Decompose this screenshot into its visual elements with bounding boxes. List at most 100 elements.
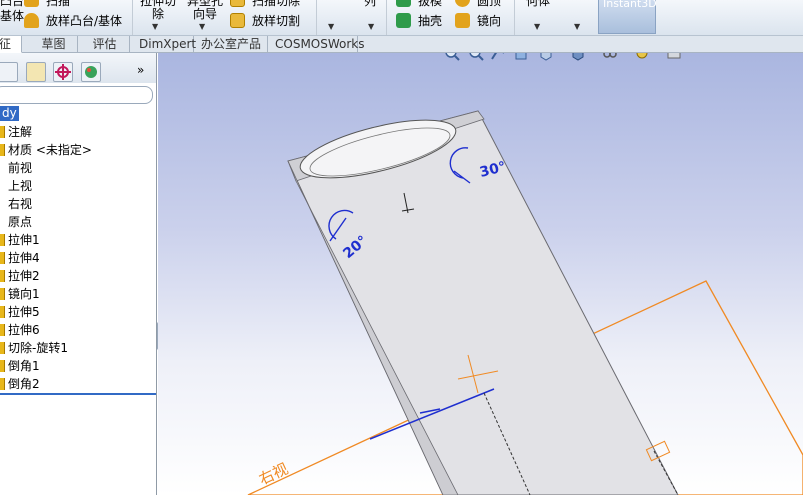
tree-node-chamfer2[interactable]: 倒角2 [0, 375, 40, 393]
tree-node-annotations[interactable]: 注解 [0, 123, 32, 141]
tree-node-label: 原点 [8, 215, 33, 229]
ribbon-extrude-cut-2[interactable]: 除 [152, 7, 164, 21]
chevron-down-icon[interactable]: ▼ [199, 22, 205, 31]
ribbon-dome[interactable]: 圆顶 [477, 0, 501, 8]
ribbon-pattern[interactable]: 列 [364, 0, 376, 8]
plane-icon [0, 198, 5, 210]
tree-node-cut-revolve1[interactable]: 切除-旋转1 [0, 339, 68, 357]
feature-manager-panel: » dy 注解 材质 <未指定> 前视 上视 右视 原点 拉伸1 拉伸4 拉伸2… [0, 53, 157, 495]
sweep-cut-icon[interactable] [230, 0, 245, 7]
display-manager-icon[interactable] [81, 62, 101, 82]
tree-node-label: 倒角1 [8, 359, 40, 373]
panel-toolbar: » [0, 53, 156, 83]
extrude-icon [0, 306, 5, 318]
chevron-down-icon[interactable]: ▼ [574, 22, 580, 31]
tree-node-top-plane[interactable]: 上视 [0, 177, 32, 195]
ribbon-loft[interactable]: 放样凸台/基体 [46, 14, 122, 28]
tab-dimxpert[interactable]: DimXpert [134, 36, 197, 53]
tree-node-label: 切除-旋转1 [8, 341, 68, 355]
tree-node-label: 拉伸4 [8, 251, 40, 265]
tree-node-chamfer1[interactable]: 倒角1 [0, 357, 40, 375]
instant3d-label: Instant3D [603, 0, 657, 10]
ribbon-sweep-cut[interactable]: 扫描切除 [252, 0, 300, 8]
tab-label: DimXpert [139, 37, 197, 51]
tree-node-front-plane[interactable]: 前视 [0, 159, 32, 177]
tree-node-mirror1[interactable]: 镜向1 [0, 285, 40, 303]
origin-icon [0, 216, 5, 228]
feature-filter-input[interactable] [0, 86, 153, 104]
tab-label: 评估 [92, 37, 117, 51]
ribbon-shell[interactable]: 抽壳 [418, 14, 442, 28]
loft-icon[interactable] [24, 13, 39, 28]
tree-node-label: 材质 <未指定> [8, 143, 92, 157]
property-manager-icon[interactable] [26, 62, 46, 82]
mirror-icon[interactable] [455, 13, 470, 28]
tree-node-label: 前视 [8, 161, 33, 175]
tab-label: 草图 [41, 37, 66, 51]
chamfer-icon [0, 378, 5, 390]
dome-icon[interactable] [455, 0, 470, 7]
ribbon-reference-geometry[interactable]: 何体 [526, 0, 550, 8]
command-ribbon: 凸台 基体 扫描 放样凸台/基体 拉伸切 除 异型孔 向导 扫描切除 放样切割 … [0, 0, 803, 36]
tree-root-part[interactable]: dy [0, 106, 19, 121]
chevron-down-icon[interactable]: ▼ [328, 22, 334, 31]
extrude-icon [0, 234, 5, 246]
tree-node-label: 拉伸1 [8, 233, 40, 247]
sweep-icon[interactable] [24, 0, 39, 7]
extrude-icon [0, 270, 5, 282]
ribbon-hole-wizard-2[interactable]: 向导 [193, 7, 217, 21]
ribbon-boss-label-2[interactable]: 基体 [0, 9, 24, 23]
draft-icon[interactable] [396, 0, 411, 7]
tab-label: 办公室产品 [201, 37, 262, 51]
extrude-icon [0, 252, 5, 264]
plane-icon [0, 162, 5, 174]
tab-cosmosworks[interactable]: COSMOSWorks [270, 36, 365, 53]
tab-office-products[interactable]: 办公室产品 [196, 36, 268, 53]
plane-icon [0, 180, 5, 192]
chevron-down-icon[interactable]: ▼ [534, 22, 540, 31]
configuration-manager-icon[interactable] [53, 62, 73, 82]
tree-node-label: 拉伸5 [8, 305, 40, 319]
tab-sketch[interactable]: 草图 [30, 36, 78, 53]
ribbon-boss-label-1[interactable]: 凸台 [0, 0, 24, 8]
material-icon [0, 144, 5, 156]
instant3d-button[interactable]: Instant3D [598, 0, 657, 34]
extrude-icon [0, 324, 5, 336]
graphics-viewport[interactable]: 30° 20° 右视 [158, 53, 803, 495]
tree-node-label: 拉伸6 [8, 323, 40, 337]
chevron-down-icon[interactable]: ▼ [152, 22, 158, 31]
ribbon-draft[interactable]: 拔模 [418, 0, 442, 8]
ribbon-loft-cut[interactable]: 放样切割 [252, 14, 300, 28]
tree-node-extrude2[interactable]: 拉伸2 [0, 267, 40, 285]
tree-node-right-plane[interactable]: 右视 [0, 195, 32, 213]
tree-node-origin[interactable]: 原点 [0, 213, 32, 231]
rollback-bar[interactable] [0, 393, 156, 395]
tab-evaluate[interactable]: 评估 [80, 36, 130, 53]
ribbon-sweep[interactable]: 扫描 [46, 0, 70, 8]
tab-label: 征 [0, 37, 12, 51]
model-view: 30° 20° 右视 [247, 110, 803, 495]
tree-node-material[interactable]: 材质 <未指定> [0, 141, 92, 159]
feature-tree-icon[interactable] [0, 62, 18, 82]
tree-node-extrude6[interactable]: 拉伸6 [0, 321, 40, 339]
ribbon-mirror[interactable]: 镜向 [477, 14, 501, 28]
tree-node-extrude5[interactable]: 拉伸5 [0, 303, 40, 321]
tree-node-label: 镜向1 [8, 287, 40, 301]
plane-label[interactable]: 右视 [256, 460, 291, 489]
tree-node-extrude4[interactable]: 拉伸4 [0, 249, 40, 267]
command-manager-tabs: 征 草图 评估 DimXpert 办公室产品 COSMOSWorks [0, 36, 803, 53]
tree-node-label: 右视 [8, 197, 33, 211]
tree-node-label: 注解 [8, 125, 33, 139]
tab-label: COSMOSWorks [275, 37, 365, 51]
panel-more-button[interactable]: » [137, 63, 144, 77]
revolve-cut-icon [0, 342, 5, 354]
tree-node-label: 倒角2 [8, 377, 40, 391]
chevron-down-icon[interactable]: ▼ [368, 22, 374, 31]
loft-cut-icon[interactable] [230, 13, 245, 28]
tab-features[interactable]: 征 [0, 36, 22, 53]
shell-icon[interactable] [396, 13, 411, 28]
tree-node-extrude1[interactable]: 拉伸1 [0, 231, 40, 249]
chamfer-icon [0, 360, 5, 372]
tree-node-label: 拉伸2 [8, 269, 40, 283]
tree-node-label: 上视 [8, 179, 33, 193]
